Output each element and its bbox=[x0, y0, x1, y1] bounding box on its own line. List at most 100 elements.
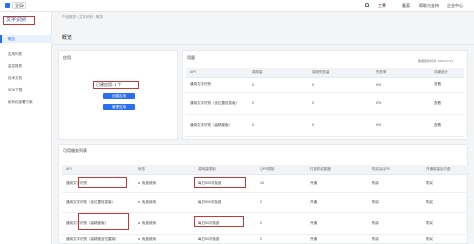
services-table-header: API 状态 调用量限制 QPS限制 付费购买额度 购买后QPS 开通按量后付费 bbox=[62, 165, 468, 175]
call-limit: 每日500次免费 bbox=[194, 192, 256, 213]
sidebar: 文字识别 概览 应用列表 监控报表 技术文档 SDK下载 私有化部署方案 bbox=[0, 12, 52, 244]
apps-card: 应用 已建应用: 1 个 创建应用 管理应用 bbox=[58, 50, 178, 140]
column-header: 购买后QPS bbox=[368, 165, 422, 175]
fail-rate: 0% bbox=[372, 77, 430, 93]
column-header: 详细统计 bbox=[430, 68, 464, 78]
usage-table-header: API 调用量 调用失败量 失败率 详细统计 bbox=[186, 68, 464, 78]
enable-link[interactable]: 开通 bbox=[306, 234, 368, 244]
highlight-box bbox=[78, 177, 127, 188]
api-name: 通用文字识别（含位置信息版） bbox=[62, 192, 134, 213]
sidebar-item-docs[interactable]: 技术文档 bbox=[8, 76, 22, 80]
status-dot-icon bbox=[138, 200, 140, 203]
enable-link[interactable]: 开通 bbox=[306, 174, 368, 193]
enable-link[interactable]: 开通 bbox=[306, 192, 368, 213]
status-dot-icon bbox=[138, 237, 140, 240]
buy-postpaid-link[interactable]: 购买 bbox=[422, 234, 468, 244]
sidebar-title: 文字识别 bbox=[3, 16, 35, 25]
api-name: 通用文字识别（含位置信息版） bbox=[186, 92, 248, 115]
status-cell: 免费使用 bbox=[134, 174, 194, 193]
breadcrumb: 产品服务 / 文字识别 - 概览 bbox=[62, 15, 104, 19]
buy-qps-link[interactable]: 购买 bbox=[368, 192, 422, 213]
fail-rate: 0% bbox=[372, 92, 430, 115]
fail-rate: 0% bbox=[372, 114, 430, 137]
buy-qps-link[interactable]: 购买 bbox=[368, 212, 422, 235]
column-header: 调用失败量 bbox=[308, 68, 372, 78]
manage-app-button[interactable]: 管理应用 bbox=[103, 104, 135, 110]
table-row: 通用文字识别（含位置信息版） 免费使用 每日500次免费 2 开通 购买 购买 bbox=[62, 192, 468, 213]
usage-table: API 调用量 调用失败量 失败率 详细统计 通用文字识别 0 0 0% 查看 … bbox=[186, 68, 464, 137]
qps-limit: 2 bbox=[256, 192, 306, 213]
sidebar-item-app-list[interactable]: 应用列表 bbox=[8, 52, 22, 56]
status-cell: 免费使用 bbox=[134, 212, 194, 235]
region-select[interactable]: 全局 bbox=[12, 2, 26, 9]
column-header: 失败率 bbox=[372, 68, 430, 78]
create-app-button[interactable]: 创建应用 bbox=[103, 93, 135, 99]
bell-icon[interactable] bbox=[365, 3, 369, 7]
apps-heading: 应用 bbox=[63, 55, 71, 60]
buy-postpaid-link[interactable]: 购买 bbox=[422, 212, 468, 235]
buy-postpaid-link[interactable]: 购买 bbox=[422, 192, 468, 213]
sidebar-item-monitoring[interactable]: 监控报表 bbox=[8, 64, 22, 68]
column-header: 开通按量后付费 bbox=[422, 165, 468, 175]
qps-limit: 2 bbox=[256, 212, 306, 235]
table-row: 通用文字识别（含位置信息版） 0 0 0% 查看 bbox=[186, 92, 464, 115]
data-update-time: 数据更新时间: 2020-07-01 bbox=[418, 59, 454, 63]
notification-badge bbox=[383, 3, 385, 5]
column-header: 调用量 bbox=[248, 68, 308, 78]
api-name: 通用文字识别（高精度版） bbox=[186, 114, 248, 137]
status-dot-icon bbox=[138, 221, 140, 224]
api-name: 通用文字识别（高精度含位置版） bbox=[62, 234, 134, 244]
sidebar-item-private-deploy[interactable]: 私有化部署方案 bbox=[8, 100, 33, 104]
column-header: 状态 bbox=[134, 165, 194, 175]
view-details-link[interactable]: 查看 bbox=[430, 92, 464, 115]
table-row: 通用文字识别（高精度版） 0 0 0% 查看 bbox=[186, 114, 464, 137]
column-header: QPS限制 bbox=[256, 165, 306, 175]
fail-count: 0 bbox=[308, 77, 372, 93]
call-count: 0 bbox=[248, 77, 308, 93]
created-apps-count: 已建应用: 1 个 bbox=[93, 81, 139, 89]
highlight-box bbox=[78, 213, 129, 230]
call-limit: 每日50次免费 bbox=[194, 234, 256, 244]
status-text: 免费使用 bbox=[142, 220, 156, 225]
sidebar-item-overview[interactable]: 概览 bbox=[8, 37, 15, 41]
column-header: API bbox=[62, 165, 134, 175]
nav-filing[interactable]: 备案 bbox=[402, 3, 410, 8]
highlight-box bbox=[194, 216, 244, 227]
status-text: 免费使用 bbox=[142, 199, 156, 204]
qps-limit: 10 bbox=[256, 174, 306, 193]
call-count: 0 bbox=[248, 92, 308, 115]
column-header: 调用量限制 bbox=[194, 165, 256, 175]
usage-heading: 用量 bbox=[187, 55, 195, 60]
enable-link[interactable]: 开通 bbox=[306, 212, 368, 235]
chevron-down-icon bbox=[22, 5, 24, 7]
qps-limit: 2 bbox=[256, 234, 306, 244]
buy-qps-link[interactable]: 购买 bbox=[368, 234, 422, 244]
table-row: 通用文字识别 0 0 0% 查看 bbox=[186, 77, 464, 93]
services-heading: 可用服务列表 bbox=[63, 148, 87, 153]
nav-help[interactable]: 帮助与支持 bbox=[419, 3, 439, 8]
highlight-box bbox=[194, 177, 246, 188]
table-row: 通用文字识别（高精度含位置版） 免费使用 每日50次免费 2 开通 购买 购买 bbox=[62, 234, 468, 244]
status-cell: 免费使用 bbox=[134, 234, 194, 244]
column-header: API bbox=[186, 68, 248, 78]
buy-qps-link[interactable]: 购买 bbox=[368, 174, 422, 193]
status-text: 免费使用 bbox=[142, 236, 156, 241]
status-cell: 免费使用 bbox=[134, 192, 194, 213]
api-name: 通用文字识别 bbox=[186, 77, 248, 93]
sidebar-item-sdk[interactable]: SDK下载 bbox=[8, 88, 22, 92]
fail-count: 0 bbox=[308, 92, 372, 115]
top-bar: 全局 工单 备案 帮助与支持 企业中心 bbox=[0, 0, 474, 12]
created-apps-label: 已建应用: 1 个 bbox=[96, 82, 122, 87]
buy-postpaid-link[interactable]: 购买 bbox=[422, 174, 468, 193]
divider bbox=[52, 44, 474, 45]
column-header: 付费购买额度 bbox=[306, 165, 368, 175]
view-details-link[interactable]: 查看 bbox=[430, 77, 464, 93]
cloud-logo-icon[interactable] bbox=[5, 3, 10, 8]
view-details-link[interactable]: 查看 bbox=[430, 114, 464, 137]
status-dot-icon bbox=[138, 181, 140, 184]
status-text: 免费使用 bbox=[142, 180, 156, 185]
page-title: 概览 bbox=[62, 35, 73, 41]
fail-count: 0 bbox=[308, 114, 372, 137]
nav-enterprise[interactable]: 企业中心 bbox=[447, 3, 463, 8]
call-count: 0 bbox=[248, 114, 308, 137]
